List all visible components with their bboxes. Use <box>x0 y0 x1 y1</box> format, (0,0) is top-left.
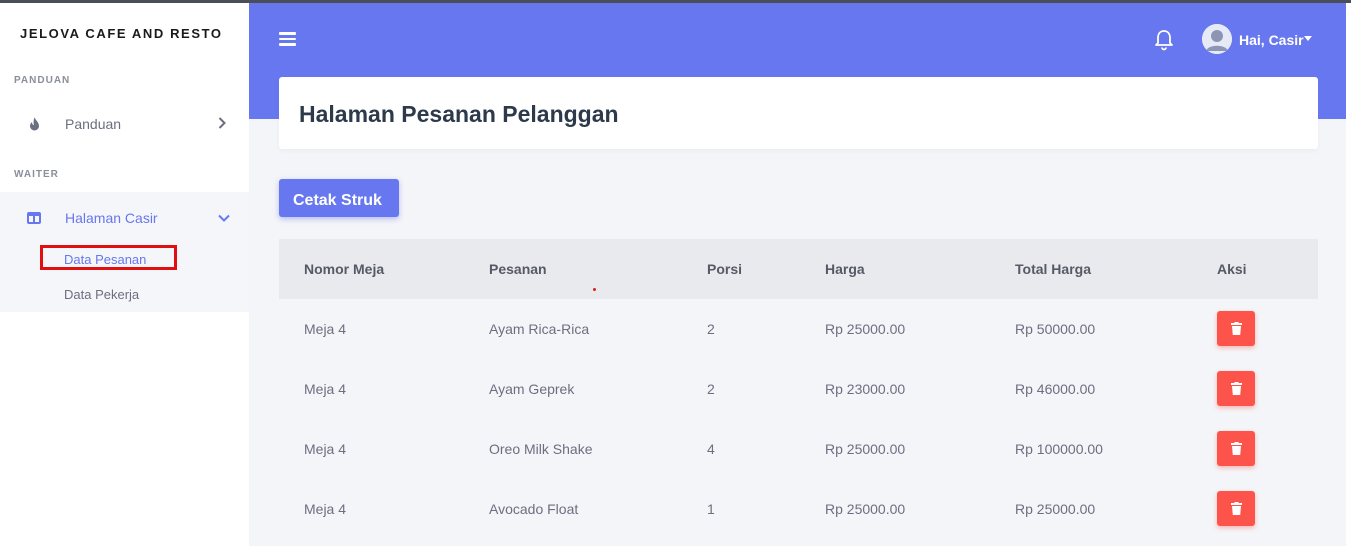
section-label-panduan: PANDUAN <box>14 75 71 86</box>
cell-nomor-meja: Meja 4 <box>304 441 347 457</box>
fire-icon <box>27 117 41 131</box>
header-aksi: Aksi <box>1217 261 1247 277</box>
bell-icon[interactable] <box>1154 29 1174 51</box>
table-header: Nomor Meja Pesanan Porsi Harga Total Har… <box>279 239 1318 299</box>
cell-total-harga: Rp 46000.00 <box>1015 381 1096 397</box>
trash-icon <box>1230 442 1242 455</box>
trash-icon <box>1230 322 1242 335</box>
cell-porsi: 2 <box>707 381 715 397</box>
cell-porsi: 2 <box>707 321 715 337</box>
cell-nomor-meja: Meja 4 <box>304 501 347 517</box>
chevron-right-icon <box>218 116 226 132</box>
cell-total-harga: Rp 25000.00 <box>1015 501 1096 517</box>
window-top-border <box>0 0 1351 3</box>
section-label-waiter: WAITER <box>14 169 59 180</box>
table-row: Meja 4 Ayam Geprek 2 Rp 23000.00 Rp 4600… <box>279 359 1318 419</box>
cell-nomor-meja: Meja 4 <box>304 381 347 397</box>
page-header-card: Halaman Pesanan Pelanggan <box>279 77 1318 149</box>
cursor-dot <box>593 288 596 291</box>
annotation-highlight-box <box>40 245 177 270</box>
menu-icon[interactable] <box>279 32 296 46</box>
caret-down-icon[interactable] <box>1304 36 1312 41</box>
sidebar-item-label: Halaman Casir <box>65 210 158 226</box>
delete-button[interactable] <box>1217 371 1255 406</box>
cell-pesanan: Ayam Rica-Rica <box>489 321 590 337</box>
table-row: Meja 4 Oreo Milk Shake 4 Rp 25000.00 Rp … <box>279 419 1318 479</box>
scrollbar-track[interactable] <box>1346 3 1351 546</box>
header-harga: Harga <box>825 261 865 277</box>
delete-button[interactable] <box>1217 311 1255 346</box>
trash-icon <box>1230 502 1242 515</box>
sidebar-item-label: Panduan <box>65 116 122 132</box>
delete-button[interactable] <box>1217 431 1255 466</box>
brand-name[interactable]: JELOVA CAFE AND RESTO <box>20 26 223 41</box>
sidebar: JELOVA CAFE AND RESTO PANDUAN Panduan WA… <box>0 3 249 546</box>
table-row: Meja 4 Ayam Rica-Rica 2 Rp 25000.00 Rp 5… <box>279 299 1318 359</box>
avatar[interactable] <box>1202 24 1232 54</box>
cell-harga: Rp 25000.00 <box>825 501 906 517</box>
cell-porsi: 4 <box>707 441 715 457</box>
cell-pesanan: Ayam Geprek <box>489 381 575 397</box>
cell-porsi: 1 <box>707 501 715 517</box>
cell-pesanan: Avocado Float <box>489 501 579 517</box>
columns-icon <box>27 211 41 225</box>
sidebar-item-halaman-casir[interactable]: Halaman Casir <box>0 195 249 241</box>
cell-total-harga: Rp 100000.00 <box>1015 441 1103 457</box>
header-total-harga: Total Harga <box>1015 261 1091 277</box>
cell-pesanan: Oreo Milk Shake <box>489 441 593 457</box>
submenu-item-data-pekerja[interactable]: Data Pekerja <box>64 287 139 302</box>
user-greeting[interactable]: Hai, Casir <box>1239 32 1304 48</box>
cell-harga: Rp 23000.00 <box>825 381 906 397</box>
page-title: Halaman Pesanan Pelanggan <box>299 101 619 127</box>
header-nomor-meja: Nomor Meja <box>304 261 385 277</box>
cell-nomor-meja: Meja 4 <box>304 321 347 337</box>
cell-harga: Rp 25000.00 <box>825 321 906 337</box>
sidebar-item-panduan[interactable]: Panduan <box>0 101 249 147</box>
cell-total-harga: Rp 50000.00 <box>1015 321 1096 337</box>
cell-harga: Rp 25000.00 <box>825 441 906 457</box>
trash-icon <box>1230 382 1242 395</box>
header-pesanan: Pesanan <box>489 261 547 277</box>
header-porsi: Porsi <box>707 261 743 277</box>
delete-button[interactable] <box>1217 491 1255 526</box>
table-row: Meja 4 Avocado Float 1 Rp 25000.00 Rp 25… <box>279 479 1318 539</box>
print-receipt-button[interactable]: Cetak Struk <box>279 179 399 217</box>
chevron-down-icon <box>218 211 230 225</box>
